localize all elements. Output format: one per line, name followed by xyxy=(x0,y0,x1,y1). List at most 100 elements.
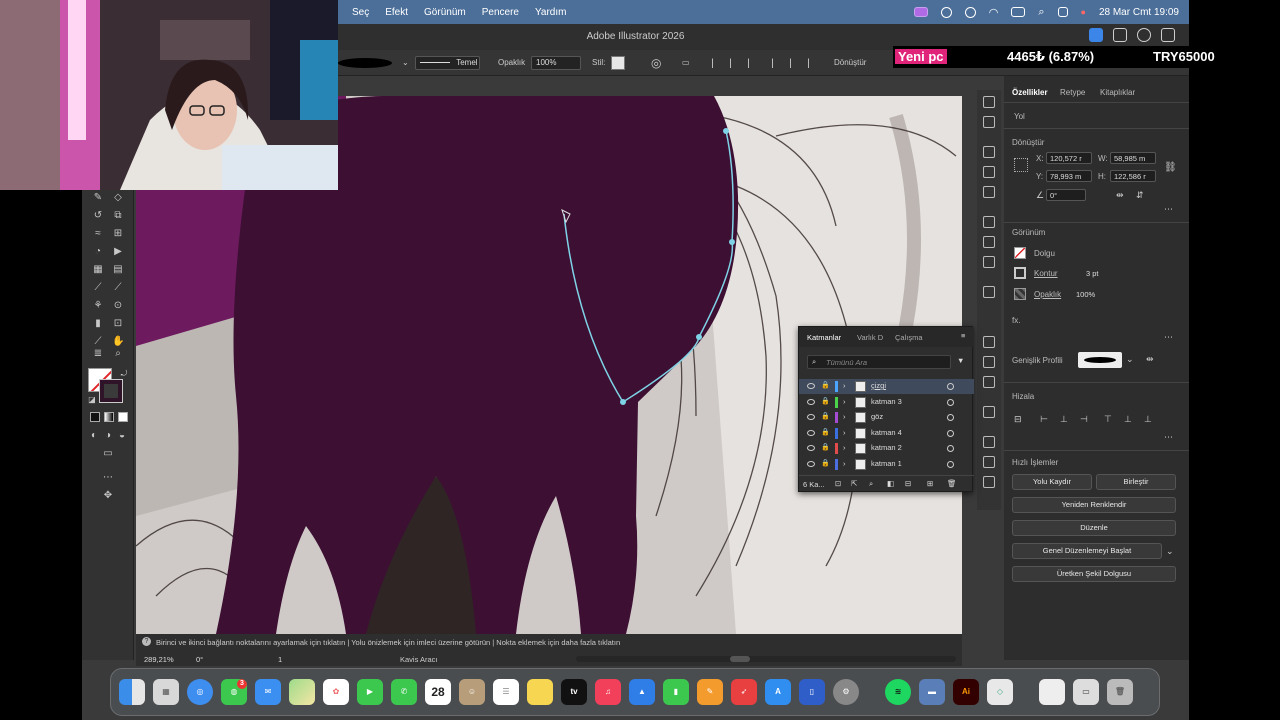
asset-export-icon[interactable] xyxy=(983,376,995,388)
horizontal-scrollbar[interactable] xyxy=(576,656,956,662)
target-circle-icon[interactable] xyxy=(947,414,954,421)
visibility-eye-icon[interactable] xyxy=(807,429,815,436)
filter-icon[interactable]: ▼ xyxy=(957,356,964,365)
align-center-icon[interactable] xyxy=(730,58,740,68)
layer-name[interactable]: göz xyxy=(871,412,883,421)
live-paint-icon[interactable]: ▶ xyxy=(112,246,124,258)
layer-name[interactable]: katman 3 xyxy=(871,397,902,406)
notes-icon[interactable] xyxy=(527,679,553,705)
stroke-swatch[interactable] xyxy=(99,379,123,403)
w-input[interactable]: 58,985 m xyxy=(1110,152,1156,164)
tab-layers[interactable]: Katmanlar xyxy=(807,333,841,342)
phone-icon[interactable]: ✆ xyxy=(391,679,417,705)
app-store-icon[interactable]: A xyxy=(765,679,791,705)
h-input[interactable]: 122,586 r xyxy=(1110,170,1156,182)
none-mode-icon[interactable] xyxy=(118,412,128,422)
menu-select[interactable]: Seç xyxy=(352,7,369,18)
align-middle-icon[interactable] xyxy=(790,58,800,68)
visibility-eye-icon[interactable] xyxy=(807,383,815,389)
more-options-icon[interactable]: ⋯ xyxy=(1164,204,1173,215)
flip-profile-icon[interactable]: ⇹ xyxy=(1146,354,1154,365)
creative-cloud-icon[interactable] xyxy=(940,6,952,18)
menubar-datetime[interactable]: 28 Mar Cmt 19:09 xyxy=(1099,7,1179,18)
stroke-profile-select[interactable]: Temel xyxy=(415,56,480,70)
app-icon[interactable]: ▬ xyxy=(919,679,945,705)
align-bottom-icon[interactable] xyxy=(808,58,818,68)
measure-tool-icon[interactable]: ⟋ xyxy=(112,282,124,294)
stroke-label[interactable]: Kontur xyxy=(1034,269,1058,278)
scale-tool-icon[interactable]: ⧉ xyxy=(112,210,124,222)
stroke-color-swatch[interactable] xyxy=(1014,267,1026,279)
lock-icon[interactable]: 🔒 xyxy=(821,397,830,405)
rocket-icon[interactable]: ➶ xyxy=(731,679,757,705)
expand-chevron-icon[interactable]: › xyxy=(843,381,846,390)
document-icon[interactable] xyxy=(1039,679,1065,705)
lock-icon[interactable]: 🔒 xyxy=(821,428,830,436)
align-hcenter-icon[interactable]: ⊥ xyxy=(1060,414,1068,425)
spotify-icon[interactable]: ≋ xyxy=(885,679,911,705)
brushes-panel-icon[interactable] xyxy=(983,146,995,158)
arrange-button[interactable]: Düzenle xyxy=(1012,520,1176,536)
align-bottom-icon[interactable]: ⊥ xyxy=(1144,414,1152,425)
appearance-panel-icon[interactable] xyxy=(983,286,995,298)
gradient-tool-icon[interactable]: ▤ xyxy=(112,264,124,276)
unite-button[interactable]: Birleştir xyxy=(1096,474,1176,490)
collect-export-icon[interactable]: ⊡ xyxy=(835,479,841,488)
shape-builder-icon[interactable]: ◔ xyxy=(92,246,104,258)
layer-row[interactable]: 🔒 › göz xyxy=(799,410,974,425)
align-left-icon[interactable]: ⊢ xyxy=(1040,414,1048,425)
artboard-navigator[interactable]: 1 xyxy=(274,653,314,665)
trash-icon[interactable]: 🗑 xyxy=(1107,679,1133,705)
more-options-icon[interactable]: ⋯ xyxy=(1164,332,1173,343)
default-colors-icon[interactable]: ◪ xyxy=(86,394,98,406)
fill-none-swatch[interactable] xyxy=(1014,247,1026,259)
opacity-label[interactable]: Opaklık xyxy=(498,56,525,70)
fill-label[interactable]: Dolgu xyxy=(1034,249,1055,258)
symbol-sprayer-icon[interactable]: ⚘ xyxy=(92,300,104,312)
align-top-icon[interactable]: ⊤ xyxy=(1104,414,1112,425)
recolor-button[interactable]: Yeniden Renklendir xyxy=(1012,497,1176,513)
draw-normal-icon[interactable]: ◐ xyxy=(88,430,100,442)
align-top-icon[interactable] xyxy=(772,58,782,68)
align-left-icon[interactable] xyxy=(712,58,722,68)
zoom-input[interactable]: 289,21% xyxy=(140,653,190,665)
tab-retype[interactable]: Retype xyxy=(1060,88,1085,97)
layer-row[interactable]: 🔒 › katman 2 xyxy=(799,441,974,456)
maps-icon[interactable] xyxy=(289,679,315,705)
offset-path-button[interactable]: Yolu Kaydır xyxy=(1012,474,1092,490)
gradient-panel-icon[interactable] xyxy=(983,236,995,248)
constrain-proportions-icon[interactable]: ⛓ xyxy=(1164,162,1177,173)
lock-icon[interactable]: 🔒 xyxy=(821,459,830,467)
align-to-icon[interactable]: ⊟ xyxy=(1014,414,1022,425)
expand-chevron-icon[interactable]: › xyxy=(843,397,846,406)
symbols-panel-icon[interactable] xyxy=(983,166,995,178)
pages-icon[interactable]: ✎ xyxy=(697,679,723,705)
screen-record-icon[interactable] xyxy=(913,7,928,17)
rotate-tool-icon[interactable]: ↺ xyxy=(92,210,104,222)
target-circle-icon[interactable] xyxy=(947,383,954,390)
stroke-weight-input[interactable]: 3 pt xyxy=(1082,267,1128,279)
rotation-input[interactable]: 0° xyxy=(1046,189,1086,201)
global-edit-button[interactable]: Genel Düzenlemeyi Başlat xyxy=(1012,543,1162,559)
artboards-panel-icon[interactable] xyxy=(983,356,995,368)
align-right-icon[interactable] xyxy=(748,58,758,68)
opacity-input[interactable]: 100% xyxy=(1072,288,1112,300)
downloads-icon[interactable]: ▭ xyxy=(1073,679,1099,705)
align-panel-icon[interactable] xyxy=(983,436,995,448)
lock-icon[interactable]: 🔒 xyxy=(821,381,830,389)
layer-name[interactable]: çizgi xyxy=(871,381,886,390)
graph-tool-icon[interactable]: ▮ xyxy=(92,318,104,330)
clipping-mask-icon[interactable]: ◧ xyxy=(887,479,894,488)
battery-icon[interactable] xyxy=(1011,7,1026,17)
transform-link[interactable]: Dönüştür xyxy=(834,56,866,70)
delete-layer-icon[interactable]: 🗑 xyxy=(947,479,957,488)
y-input[interactable]: 78,993 m xyxy=(1046,170,1092,182)
slice-tool-icon[interactable]: ⟋ xyxy=(92,336,104,348)
zoom-tool-icon[interactable]: ⌕ xyxy=(112,348,124,360)
visibility-eye-icon[interactable] xyxy=(807,414,815,420)
target-circle-icon[interactable] xyxy=(947,429,954,437)
layers-search-input[interactable]: ⌕ Tümünü Ara xyxy=(807,355,951,369)
align-options-icon[interactable]: ▭ xyxy=(682,56,690,70)
reference-point-icon[interactable] xyxy=(1014,158,1028,172)
libraries-panel-icon[interactable] xyxy=(983,116,995,128)
